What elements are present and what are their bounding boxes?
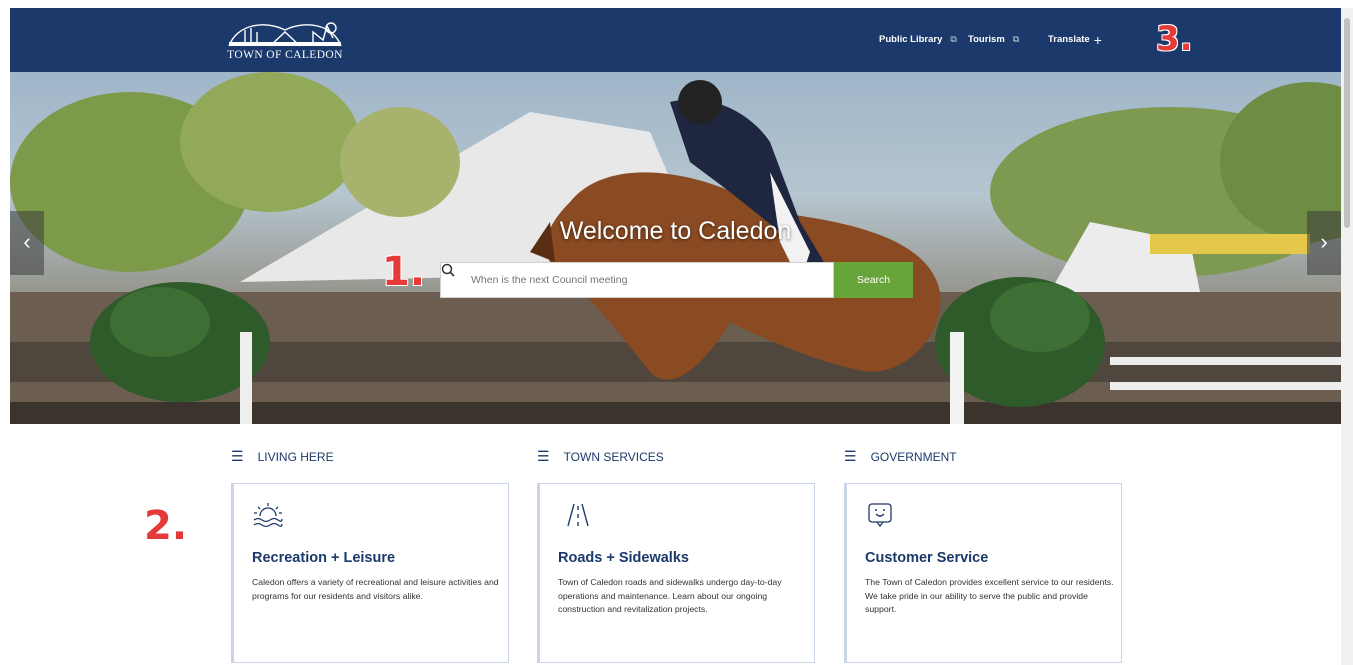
card-title: Roads + Sidewalks: [558, 550, 689, 566]
external-link-icon: ⧉: [950, 34, 957, 44]
external-link-icon: ⧉: [1012, 34, 1020, 44]
chat-smile-icon: [865, 502, 897, 533]
card-title: Customer Service: [865, 550, 989, 566]
scrollbar-thumb[interactable]: [1344, 18, 1350, 228]
public-library-link[interactable]: Public Library ⧉: [879, 34, 957, 45]
sun-wave-icon: [252, 502, 284, 533]
government-label: GOVERNMENT: [870, 449, 957, 464]
logo-emblem-icon: [228, 22, 342, 47]
translate-label: Translate: [1048, 34, 1090, 45]
search-button[interactable]: Search: [834, 262, 913, 298]
town-services-heading[interactable]: ☰ TOWN SERVICES: [537, 448, 664, 465]
hero-banner: ‹ › Welcome to Caledon 1. Search: [10, 72, 1341, 424]
annotation-3: 3.: [1156, 19, 1193, 59]
hero-photo-illustration: [10, 72, 1341, 424]
road-icon: [558, 502, 590, 533]
hero-title: Welcome to Caledon: [559, 217, 792, 245]
plus-icon: +: [1093, 31, 1102, 48]
customer-service-card[interactable]: Customer Service The Town of Caledon pro…: [844, 483, 1122, 663]
list-icon: ☰: [844, 448, 857, 464]
site-header: TOWN OF CALEDON Public Library ⧉ Tourism…: [10, 8, 1341, 72]
government-heading[interactable]: ☰ GOVERNMENT: [844, 448, 957, 465]
annotation-1: 1.: [382, 249, 426, 295]
card-description: Caledon offers a variety of recreational…: [252, 577, 499, 601]
list-icon: ☰: [537, 448, 550, 464]
living-here-label: LIVING HERE: [257, 449, 334, 464]
list-icon: ☰: [231, 448, 244, 464]
card-description: Town of Caledon roads and sidewalks unde…: [558, 577, 782, 614]
card-description: The Town of Caledon provides excellent s…: [865, 577, 1114, 614]
town-services-label: TOWN SERVICES: [563, 449, 664, 464]
logo-wordmark: TOWN OF CALEDON: [227, 49, 343, 61]
search-input[interactable]: [471, 274, 831, 286]
translate-button[interactable]: Translate +: [1048, 31, 1102, 48]
site-search-box: [440, 262, 834, 298]
living-here-heading[interactable]: ☰ LIVING HERE: [231, 448, 334, 465]
annotation-2: 2.: [144, 503, 188, 549]
tourism-label: Tourism: [968, 34, 1005, 45]
browser-viewport: TOWN OF CALEDON Public Library ⧉ Tourism…: [10, 8, 1341, 665]
page-scrollbar[interactable]: [1341, 8, 1353, 665]
tourism-link[interactable]: Tourism ⧉: [968, 34, 1019, 45]
caledon-logo[interactable]: TOWN OF CALEDON: [215, 16, 355, 64]
public-library-label: Public Library: [879, 34, 943, 45]
card-title: Recreation + Leisure: [252, 550, 396, 566]
roads-sidewalks-card[interactable]: Roads + Sidewalks Town of Caledon roads …: [537, 483, 815, 663]
recreation-leisure-card[interactable]: Recreation + Leisure Caledon offers a va…: [231, 483, 509, 663]
